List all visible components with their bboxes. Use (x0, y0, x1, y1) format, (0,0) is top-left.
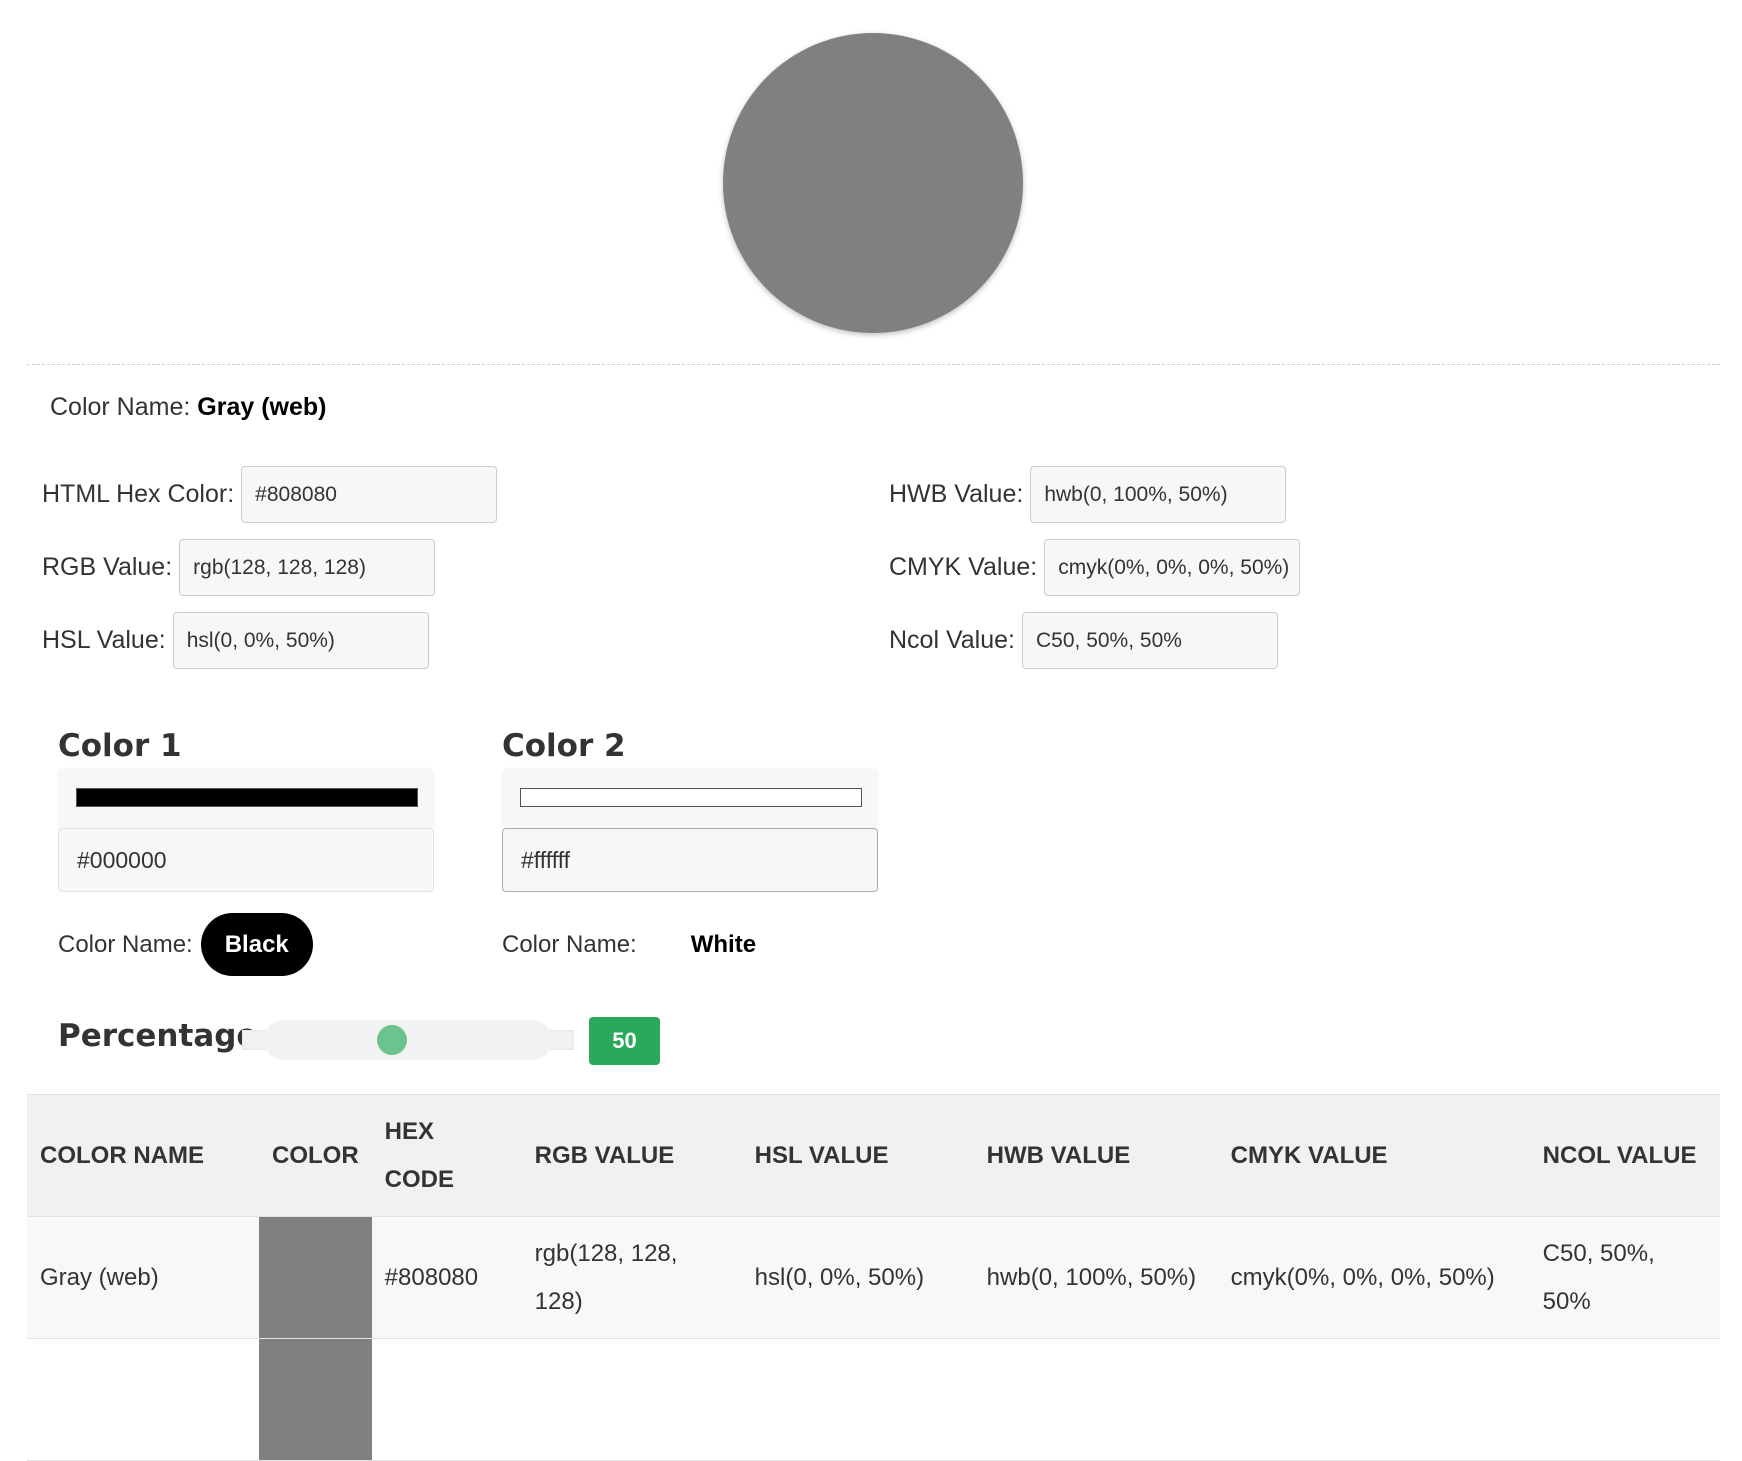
percentage-slider-thumb[interactable] (377, 1025, 407, 1055)
rgb-field: RGB Value: rgb(128, 128, 128) (42, 539, 436, 596)
cell-rgb: rgb(128, 128, 128) (534, 1239, 678, 1315)
color2-name-badge: White (690, 930, 757, 958)
color1-hex-input[interactable]: #000000 (58, 828, 434, 892)
color2-picker[interactable] (502, 768, 878, 828)
color-name-row: Color Name: Gray (web) (50, 393, 326, 422)
hwb-field: HWB Value: hwb(0, 100%, 50%) (889, 466, 1287, 523)
percentage-value-badge: 50 (589, 1017, 660, 1065)
hex-input[interactable]: #808080 (241, 466, 498, 523)
color2-heading: Color 2 (502, 728, 626, 764)
th-cmyk-value: CMYK VALUE (1230, 1141, 1388, 1169)
hsl-input[interactable]: hsl(0, 0%, 50%) (172, 612, 429, 669)
hwb-label: HWB Value: (889, 480, 1024, 508)
ncol-field: Ncol Value: C50, 50%, 50% (889, 612, 1278, 669)
th-color-name: COLOR NAME (40, 1141, 204, 1169)
cell-hex: #808080 (384, 1263, 479, 1291)
cell-color-swatch (259, 1216, 372, 1339)
cell-hsl: hsl(0, 0%, 50%) (754, 1263, 925, 1291)
table-row: Gray (web) #808080 rgb(128, 128, 128) hs… (27, 1216, 1720, 1339)
color1-swatch-bar[interactable] (76, 788, 418, 807)
color1-name-badge: Black (200, 913, 313, 976)
color2-swatch-bar[interactable] (520, 788, 862, 807)
color-name-label: Color Name: (50, 393, 191, 421)
th-color: COLOR (272, 1141, 359, 1169)
th-hsl-value: HSL VALUE (754, 1141, 889, 1169)
color1-name-row: Color Name: Black (58, 913, 313, 976)
hwb-input[interactable]: hwb(0, 100%, 50%) (1030, 466, 1287, 523)
color1-picker[interactable] (58, 768, 434, 828)
table-row-partial (27, 1338, 1720, 1461)
cell-cmyk: cmyk(0%, 0%, 0%, 50%) (1230, 1263, 1495, 1291)
color2-hex-input[interactable]: #ffffff (502, 828, 878, 892)
table-header-row: COLOR NAME COLOR HEX CODE RGB VALUE HSL … (27, 1094, 1720, 1217)
color1-name-label: Color Name: (58, 930, 193, 958)
cmyk-input[interactable]: cmyk(0%, 0%, 0%, 50%) (1044, 539, 1301, 596)
divider (27, 364, 1720, 365)
color1-heading: Color 1 (58, 728, 182, 764)
color2-name-row: Color Name: White (502, 913, 780, 976)
color2-name-label: Color Name: (502, 930, 637, 958)
ncol-label: Ncol Value: (889, 626, 1015, 654)
color-table: COLOR NAME COLOR HEX CODE RGB VALUE HSL … (27, 1094, 1720, 1461)
th-hex-code: HEX CODE (384, 1117, 455, 1193)
cell-ncol: C50, 50%, 50% (1542, 1239, 1655, 1315)
ncol-input[interactable]: C50, 50%, 50% (1022, 612, 1278, 669)
hex-label: HTML Hex Color: (42, 480, 235, 508)
cell-color-name: Gray (web) (40, 1263, 159, 1291)
percentage-label: Percentage (58, 1018, 258, 1054)
percentage-slider-rail[interactable] (265, 1020, 551, 1060)
th-ncol-value: NCOL VALUE (1542, 1141, 1697, 1169)
hex-field: HTML Hex Color: #808080 (42, 466, 498, 523)
rgb-input[interactable]: rgb(128, 128, 128) (179, 539, 436, 596)
color-preview-circle (723, 33, 1023, 333)
th-rgb-value: RGB VALUE (534, 1141, 675, 1169)
cmyk-field: CMYK Value: cmyk(0%, 0%, 0%, 50%) (889, 539, 1301, 596)
hsl-label: HSL Value: (42, 626, 166, 654)
cell-color-swatch (259, 1338, 372, 1461)
th-hwb-value: HWB VALUE (986, 1141, 1131, 1169)
cell-hwb: hwb(0, 100%, 50%) (986, 1263, 1197, 1291)
color-name-value: Gray (web) (197, 393, 327, 421)
cmyk-label: CMYK Value: (889, 553, 1038, 581)
hsl-field: HSL Value: hsl(0, 0%, 50%) (42, 612, 429, 669)
rgb-label: RGB Value: (42, 553, 173, 581)
